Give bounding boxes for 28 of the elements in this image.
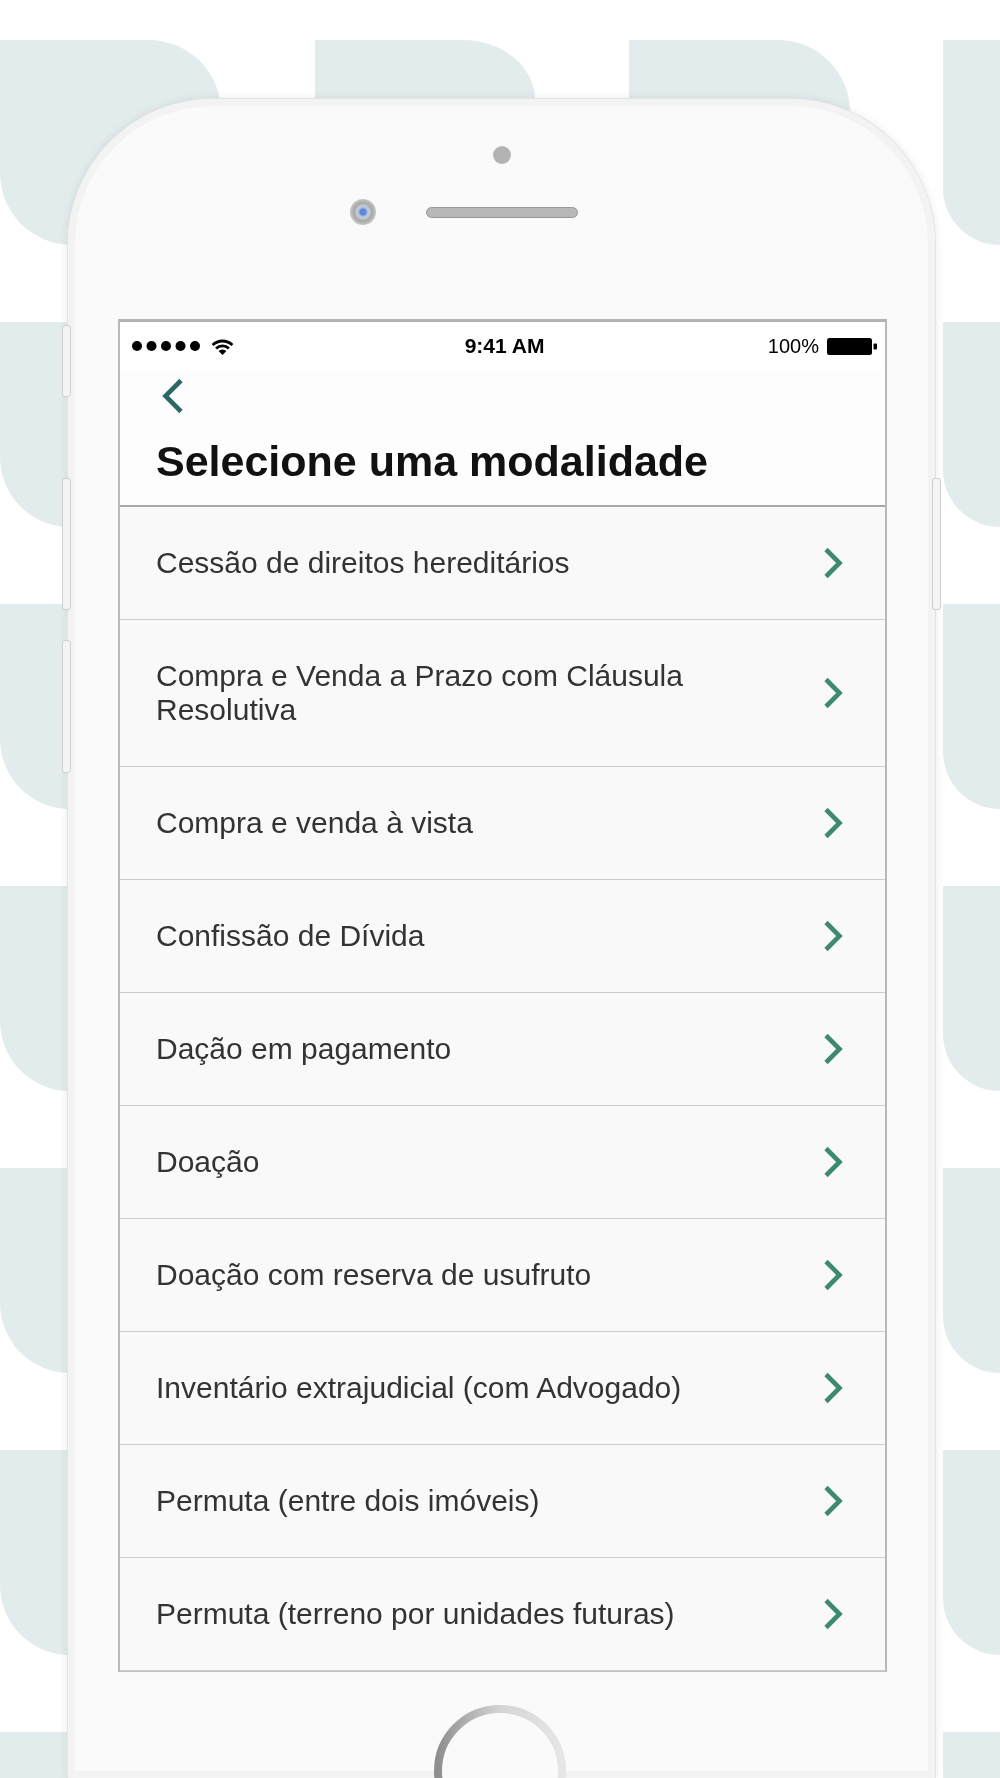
side-button[interactable] bbox=[62, 640, 71, 773]
battery-percentage: 100% bbox=[767, 334, 819, 358]
background-shape bbox=[0, 1732, 70, 1778]
side-button[interactable] bbox=[62, 478, 71, 610]
chevron-right-icon bbox=[823, 1372, 843, 1404]
page-title: Selecione uma modalidade bbox=[156, 436, 708, 486]
side-button[interactable] bbox=[62, 325, 71, 397]
side-button[interactable] bbox=[932, 478, 941, 610]
chevron-right-icon bbox=[823, 1485, 843, 1517]
chevron-right-icon bbox=[823, 677, 843, 709]
home-button[interactable] bbox=[434, 1705, 566, 1778]
camera-lens-icon bbox=[349, 199, 376, 225]
chevron-right-icon bbox=[823, 1259, 843, 1291]
signal-strength-icon bbox=[132, 341, 200, 351]
chevron-right-icon bbox=[823, 1598, 843, 1630]
back-button[interactable] bbox=[161, 378, 185, 414]
chevron-right-icon bbox=[823, 547, 843, 579]
status-time: 9:41 AM bbox=[464, 334, 545, 358]
chevron-right-icon bbox=[823, 1033, 843, 1065]
wifi-icon bbox=[210, 337, 235, 355]
battery-icon bbox=[827, 337, 877, 355]
chevron-right-icon bbox=[823, 1146, 843, 1178]
background-shape bbox=[943, 1732, 1000, 1778]
chevron-right-icon bbox=[823, 920, 843, 952]
speaker-grille-icon bbox=[425, 206, 578, 218]
chevron-left-icon bbox=[161, 378, 185, 414]
chevron-right-icon bbox=[823, 807, 843, 839]
sensor-dot-icon bbox=[492, 146, 511, 164]
